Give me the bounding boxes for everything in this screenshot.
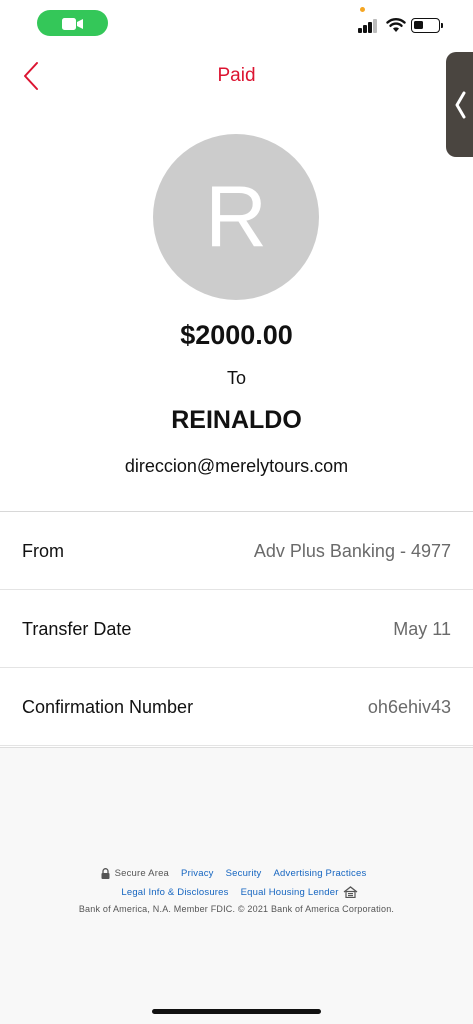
recipient-name: REINALDO (171, 406, 302, 434)
detail-row-confirmation-number: Confirmation Number oh6ehiv43 (0, 668, 473, 746)
page-title: Paid (217, 65, 256, 86)
battery-icon (411, 18, 440, 33)
recipient-email: direccion@merelytours.com (124, 456, 349, 476)
detail-value: oh6ehiv43 (367, 697, 451, 717)
payment-amount: $2000.00 (180, 320, 293, 350)
lock-icon (101, 868, 110, 879)
detail-row-from: From Adv Plus Banking - 4977 (0, 512, 473, 590)
video-camera-icon (61, 17, 84, 30)
detail-row-transfer-date: Transfer Date May 11 (0, 590, 473, 668)
legal-info-link[interactable]: Legal Info & Disclosures (121, 887, 228, 898)
detail-label: Confirmation Number (22, 697, 194, 717)
privacy-indicator-dot (360, 7, 365, 12)
footer-links-row-1: Secure Area Privacy Security Advertising… (0, 868, 473, 879)
equal-housing-icon (343, 886, 358, 899)
footer: Secure Area Privacy Security Advertising… (0, 747, 473, 1024)
to-label: To (226, 368, 246, 388)
status-bar (0, 0, 473, 48)
detail-label: From (22, 541, 64, 561)
advertising-practices-link[interactable]: Advertising Practices (274, 868, 367, 879)
signal-icon (358, 19, 378, 33)
security-link[interactable]: Security (226, 868, 262, 879)
wifi-icon (386, 17, 406, 33)
avatar: R (153, 134, 319, 300)
equal-housing-link[interactable]: Equal Housing Lender (241, 887, 339, 898)
detail-value: Adv Plus Banking - 4977 (253, 541, 451, 561)
copyright-text: Bank of America, N.A. Member FDIC. © 202… (78, 904, 395, 914)
privacy-link[interactable]: Privacy (181, 868, 214, 879)
secure-area-label: Secure Area (114, 868, 170, 879)
battery-cap (441, 23, 443, 28)
detail-value: May 11 (393, 619, 451, 639)
footer-copyright-row: Bank of America, N.A. Member FDIC. © 202… (0, 904, 473, 914)
chevron-left-icon (455, 91, 466, 118)
footer-links-row-2: Legal Info & Disclosures Equal Housing L… (0, 886, 473, 899)
side-panel-handle[interactable] (446, 52, 473, 157)
home-indicator[interactable] (152, 1009, 321, 1014)
detail-label: Transfer Date (22, 619, 132, 639)
facetime-indicator[interactable] (37, 10, 108, 36)
